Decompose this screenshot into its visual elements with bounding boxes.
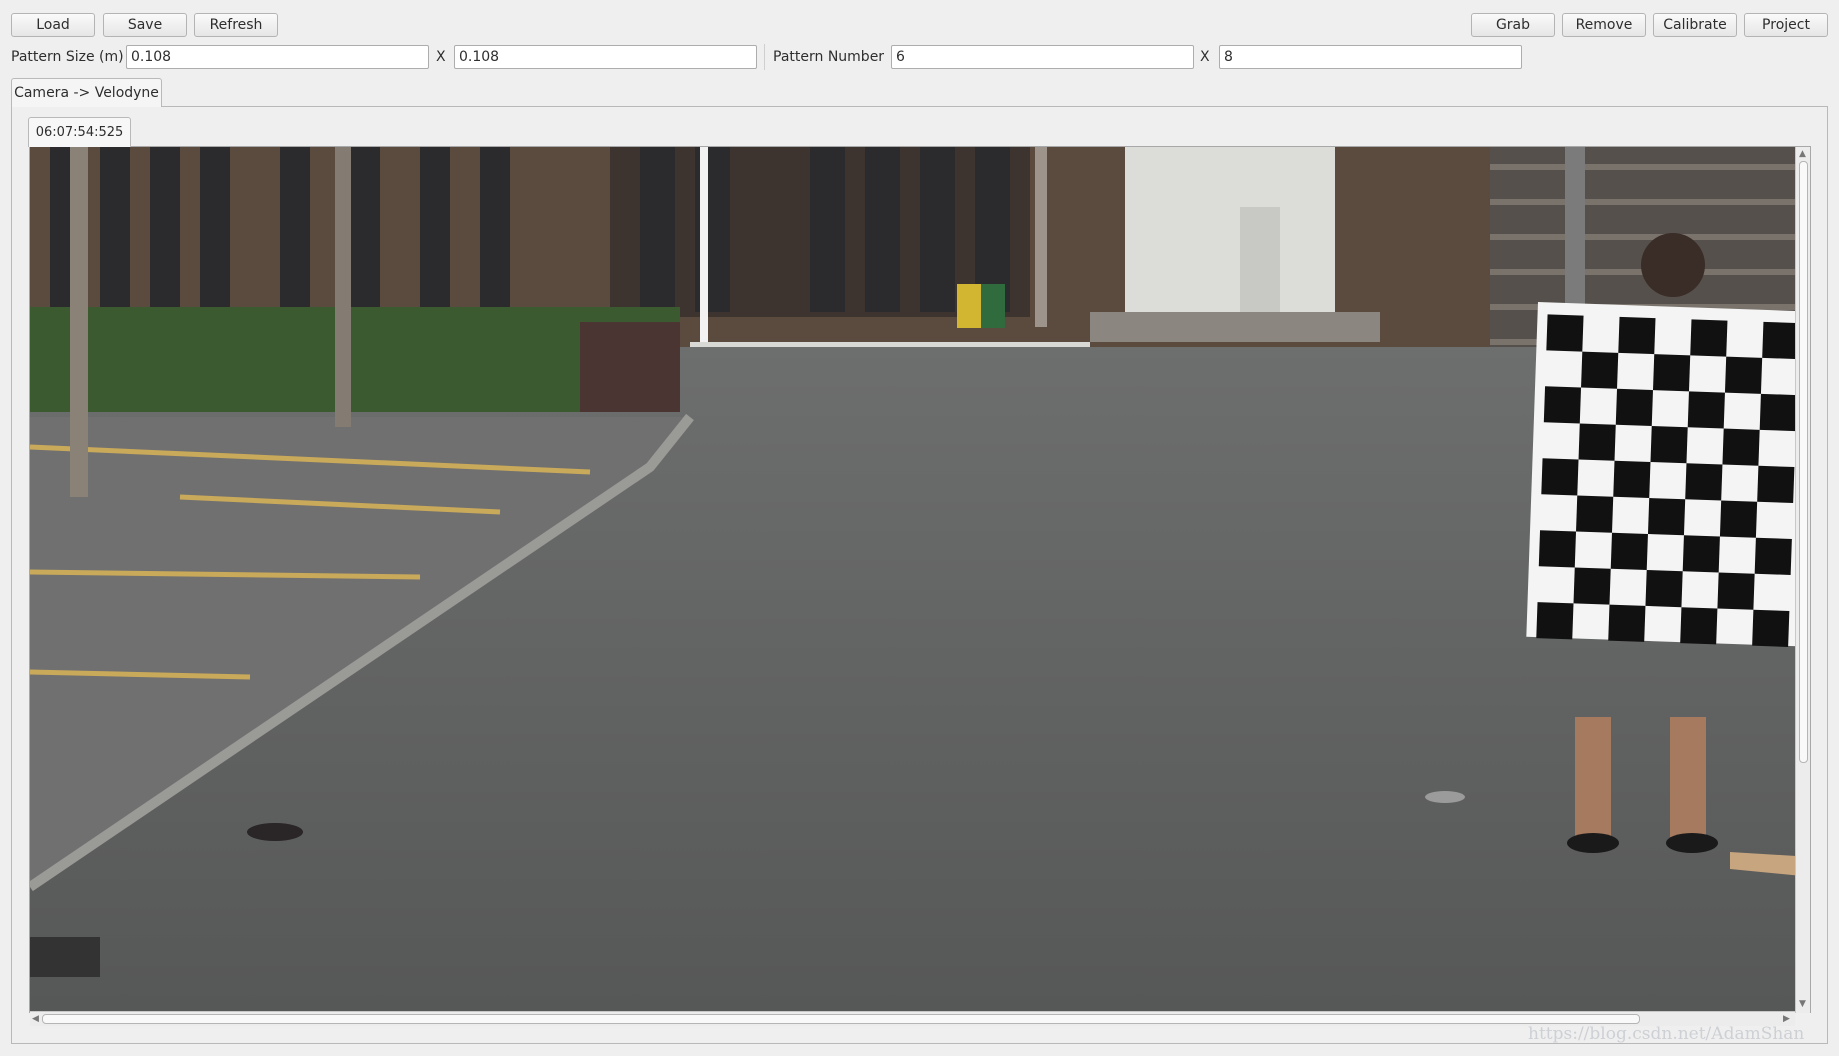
- pattern-number-separator: X: [1200, 49, 1210, 65]
- vertical-scrollbar-thumb[interactable]: [1799, 161, 1808, 763]
- camera-image: [30, 147, 1810, 1012]
- chevron-right-icon[interactable]: ▶: [1783, 1014, 1790, 1024]
- frame-timestamp-label: 06:07:54:525: [35, 125, 124, 140]
- checkerboard-dark-square: [1608, 604, 1646, 642]
- drain-grate: [30, 937, 100, 977]
- checkerboard-dark-square: [1759, 393, 1797, 432]
- checkerboard-dark-square: [1618, 316, 1656, 355]
- checkerboard-dark-square: [1687, 391, 1725, 429]
- garage-step: [1090, 312, 1380, 342]
- lamp-post: [1565, 147, 1585, 317]
- checkerboard-dark-square: [1754, 537, 1792, 575]
- toolbar-separator: [764, 44, 765, 70]
- checkerboard-dark-square: [1541, 458, 1579, 496]
- pattern-size-separator: X: [436, 49, 446, 65]
- red-shrub: [580, 322, 680, 412]
- light-pole: [700, 147, 708, 347]
- checkerboard-dark-square: [1717, 572, 1755, 610]
- checkerboard-dark-square: [1615, 388, 1653, 427]
- chevron-up-icon[interactable]: ▲: [1799, 149, 1806, 159]
- yellow-bin: [957, 284, 981, 328]
- pattern-number-y-input[interactable]: [1219, 45, 1522, 69]
- checkerboard-dark-square: [1538, 530, 1577, 568]
- grab-button[interactable]: Grab: [1471, 13, 1555, 37]
- chevron-down-icon[interactable]: ▼: [1799, 999, 1806, 1009]
- checkerboard-dark-square: [1645, 569, 1683, 608]
- tab-camera-velodyne[interactable]: Camera -> Velodyne: [11, 78, 162, 107]
- bottle-on-road: [247, 823, 303, 841]
- road-mark: [1425, 791, 1465, 803]
- green-bin: [981, 284, 1005, 328]
- checkerboard-dark-square: [1757, 465, 1795, 504]
- checkerboard-dark-square: [1650, 426, 1688, 464]
- checkerboard-dark-square: [1680, 607, 1718, 645]
- checkerboard-dark-square: [1685, 463, 1723, 501]
- garage-side-door: [1240, 207, 1280, 312]
- checkerboard-dark-square: [1722, 428, 1760, 466]
- chevron-left-icon[interactable]: ◀: [32, 1014, 39, 1024]
- checkerboard-dark-square: [1690, 319, 1728, 357]
- tab-camera-velodyne-label: Camera -> Velodyne: [14, 85, 159, 101]
- checkerboard-dark-square: [1613, 460, 1651, 499]
- checkerboard-dark-square: [1581, 351, 1619, 389]
- checkerboard-dark-square: [1610, 532, 1648, 570]
- calibrate-button[interactable]: Calibrate: [1653, 13, 1737, 37]
- far-curb: [690, 342, 1090, 347]
- checkerboard-dark-square: [1762, 321, 1800, 360]
- checkerboard-dark-square: [1724, 356, 1763, 394]
- pattern-size-label: Pattern Size (m): [11, 49, 124, 65]
- vertical-scrollbar[interactable]: ▲ ▼: [1795, 147, 1810, 1013]
- checkerboard-dark-square: [1576, 495, 1614, 533]
- checkerboard-dark-square: [1719, 500, 1758, 538]
- pattern-size-x-input[interactable]: [126, 45, 429, 69]
- checkerboard-dark-square: [1546, 314, 1584, 352]
- load-button[interactable]: Load: [11, 13, 95, 37]
- horizontal-scrollbar-thumb[interactable]: [42, 1014, 1640, 1024]
- project-button[interactable]: Project: [1744, 13, 1828, 37]
- pattern-number-label: Pattern Number: [773, 49, 885, 65]
- calibration-checkerboard: [1526, 302, 1810, 647]
- checkerboard-dark-square: [1647, 498, 1686, 536]
- refresh-button[interactable]: Refresh: [194, 13, 278, 37]
- save-button[interactable]: Save: [103, 13, 187, 37]
- checkerboard-dark-square: [1652, 354, 1691, 392]
- watermark-text: https://blog.csdn.net/AdamShan: [1528, 1024, 1805, 1044]
- pattern-number-x-input[interactable]: [891, 45, 1194, 69]
- camera-image-viewer[interactable]: [29, 146, 1811, 1013]
- checkerboard-dark-square: [1682, 535, 1720, 573]
- checkerboard-dark-square: [1578, 423, 1616, 461]
- checkerboard-dark-square: [1573, 567, 1611, 605]
- garage-door: [1125, 147, 1335, 312]
- checkerboard-dark-square: [1543, 386, 1582, 424]
- checkerboard-dark-square: [1752, 609, 1790, 647]
- checkerboard-dark-square: [1536, 602, 1574, 640]
- remove-button[interactable]: Remove: [1562, 13, 1646, 37]
- pattern-size-y-input[interactable]: [454, 45, 757, 69]
- tab-frame-timestamp[interactable]: 06:07:54:525: [28, 117, 131, 147]
